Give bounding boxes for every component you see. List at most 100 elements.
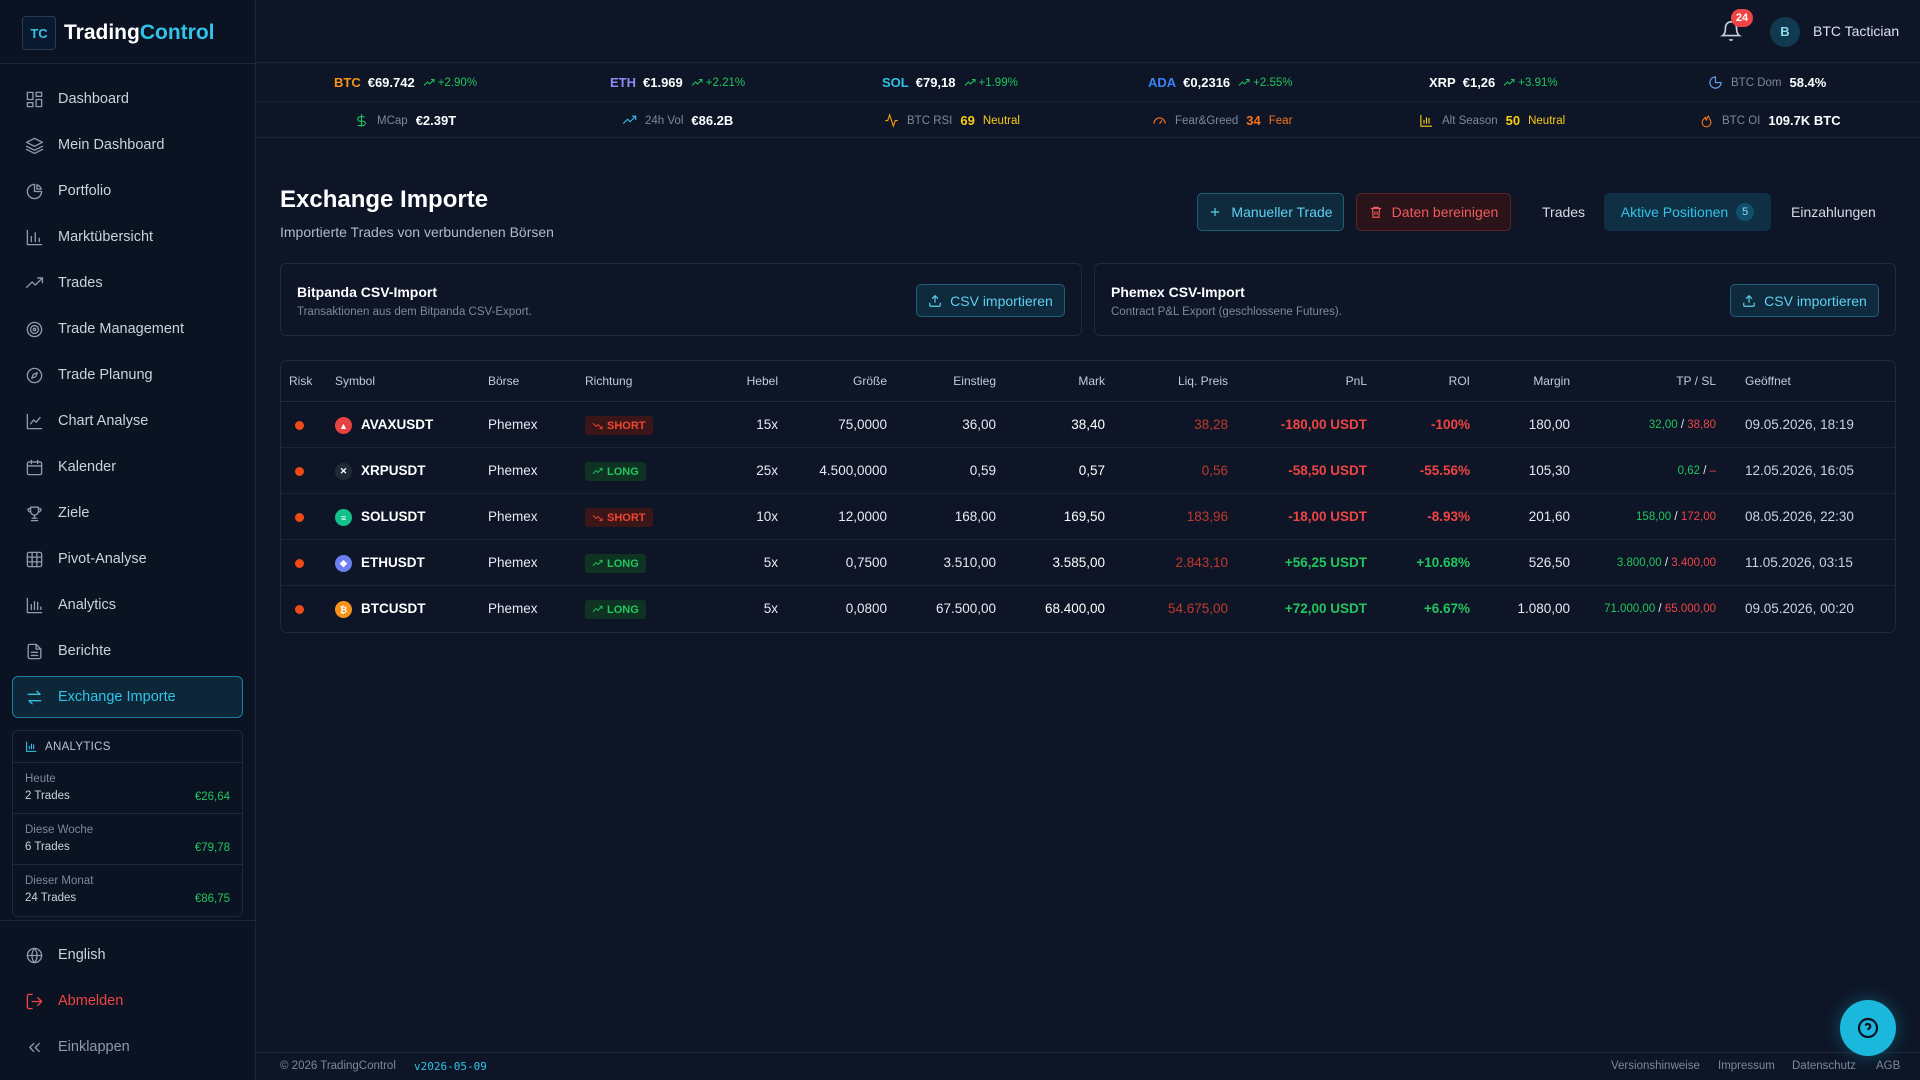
manual-trade-button[interactable]: Manueller Trade [1197, 193, 1344, 231]
logout-button[interactable]: Abmelden [12, 980, 243, 1022]
sidebar-item-chart-analyse[interactable]: Chart Analyse [12, 400, 243, 442]
gauge-icon [1153, 117, 1166, 124]
col-geoeffnet[interactable]: Geöffnet [1745, 361, 1791, 402]
clean-data-button[interactable]: Daten bereinigen [1356, 193, 1511, 231]
trending-up-icon [622, 115, 637, 125]
table-row[interactable]: ✕ XRPUSDT Phemex LONG 25x 4.500,0000 0,59 0,57 0… [281, 448, 1895, 494]
link-agb[interactable]: AGB [1876, 1060, 1900, 1072]
table-row[interactable]: ₿ BTCUSDT Phemex LONG 5x 0,0800 67.500,00 68.40… [281, 586, 1895, 632]
opened-cell: 09.05.2026, 18:19 [1745, 417, 1854, 432]
sidebar-item-exchange-importe[interactable]: Exchange Importe [12, 676, 243, 718]
exchange-cell: Phemex [488, 601, 538, 616]
table-row[interactable]: ≡ SOLUSDT Phemex SHORT 10x 12,0000 168,00 169,5… [281, 494, 1895, 540]
language-button[interactable]: English [12, 934, 243, 976]
risk-indicator [295, 421, 304, 430]
sidebar-item-ziele[interactable]: Ziele [12, 492, 243, 534]
avatar[interactable]: B [1770, 17, 1800, 47]
collapse-sidebar-button[interactable]: Einklappen [12, 1026, 243, 1068]
col-roi[interactable]: ROI [1371, 361, 1470, 402]
take-profit: 32,00 [1648, 419, 1678, 431]
stat-mcap: MCap €2.39T [354, 102, 464, 139]
analytics-summary: ANALYTICS Heute 2 Trades €26,64 Diese Woch… [12, 730, 243, 917]
leverage-cell: 5x [763, 601, 778, 616]
dollar-icon [357, 114, 366, 127]
risk-indicator [295, 559, 304, 568]
size-cell: 4.500,0000 [819, 463, 887, 478]
phemex-csv-import-button[interactable]: CSV importieren [1730, 284, 1879, 317]
bar-chart-icon [1420, 114, 1433, 127]
take-profit: 158,00 [1636, 511, 1672, 523]
ticker-btc-dom: BTC Dom 58.4% [1708, 64, 1834, 101]
target-icon [26, 321, 43, 337]
sidebar-item-berichte[interactable]: Berichte [12, 630, 243, 672]
col-mark[interactable]: Mark [1001, 361, 1105, 402]
sidebar-item-marktuebersicht[interactable]: Marktübersicht [12, 216, 243, 258]
col-einstieg[interactable]: Einstieg [891, 361, 996, 402]
eth-coin-icon: ◆ [335, 555, 352, 572]
sidebar-item-dashboard[interactable]: Dashboard [12, 78, 243, 120]
sidebar-nav: Dashboard Mein Dashboard Portfolio Markt… [12, 78, 243, 722]
help-button[interactable] [1840, 1000, 1896, 1056]
col-boerse[interactable]: Börse [488, 361, 519, 402]
tp-sl-cell: 32,00 / 38,80 [1648, 419, 1716, 431]
sidebar-item-trade-planung[interactable]: Trade Planung [12, 354, 243, 396]
tab-aktive-positionen[interactable]: Aktive Positionen 5 [1604, 193, 1771, 231]
size-cell: 0,7500 [845, 555, 887, 570]
notification-count-badge: 24 [1731, 9, 1753, 27]
col-margin[interactable]: Margin [1471, 361, 1570, 402]
take-profit: 0,62 [1677, 465, 1700, 477]
col-tp-sl[interactable]: TP / SL [1571, 361, 1716, 402]
risk-indicator [295, 513, 304, 522]
sidebar-item-mein-dashboard[interactable]: Mein Dashboard [12, 124, 243, 166]
col-symbol[interactable]: Symbol [335, 361, 375, 402]
line-chart-icon [26, 413, 43, 429]
bitpanda-csv-import-button[interactable]: CSV importieren [916, 284, 1065, 317]
link-impressum[interactable]: Impressum [1718, 1060, 1775, 1072]
mark-cell: 3.585,00 [1052, 555, 1105, 570]
sidebar-item-trades[interactable]: Trades [12, 262, 243, 304]
flame-icon [1701, 115, 1712, 128]
tab-einzahlungen[interactable]: Einzahlungen [1775, 193, 1892, 231]
col-risk[interactable]: Risk [289, 361, 312, 402]
entry-cell: 3.510,00 [943, 555, 996, 570]
pie-chart-icon [1709, 76, 1722, 89]
positions-table: Risk Symbol Börse Richtung Hebel Größe E… [280, 360, 1896, 633]
link-versionshinweise[interactable]: Versionshinweise [1611, 1060, 1700, 1072]
exchange-cell: Phemex [488, 463, 538, 478]
user-name[interactable]: BTC Tactician [1813, 23, 1899, 39]
sidebar-item-pivot-analyse[interactable]: Pivot-Analyse [12, 538, 243, 580]
roi-cell: -8.93% [1427, 509, 1470, 524]
globe-icon [26, 947, 43, 963]
sidebar-item-kalender[interactable]: Kalender [12, 446, 243, 488]
stat-fear-greed: Fear&Greed 34 Fear [1152, 102, 1292, 139]
col-richtung[interactable]: Richtung [585, 361, 632, 402]
size-cell: 0,0800 [845, 601, 887, 616]
symbol-cell: XRPUSDT [361, 463, 426, 478]
trend-down-icon [592, 514, 603, 522]
app-logo[interactable]: TC TradingControl [22, 14, 215, 52]
sidebar-item-label: Analytics [58, 597, 117, 613]
margin-cell: 180,00 [1528, 417, 1570, 432]
card-title: Bitpanda CSV-Import [297, 284, 438, 300]
col-pnl[interactable]: PnL [1231, 361, 1367, 402]
leverage-cell: 5x [763, 555, 778, 570]
link-datenschutz[interactable]: Datenschutz [1792, 1060, 1856, 1072]
col-liq-preis[interactable]: Liq. Preis [1111, 361, 1228, 402]
tp-sl-cell: 158,00 / 172,00 [1636, 511, 1716, 523]
sidebar-item-label: Marktübersicht [58, 229, 154, 245]
tp-sl-cell: 71.000,00 / 65.000,00 [1604, 603, 1716, 615]
table-row[interactable]: ▲ AVAXUSDT Phemex SHORT 15x 75,0000 36,00 38,40… [281, 402, 1895, 448]
symbol-cell: BTCUSDT [361, 601, 426, 616]
tp-sl-cell: 3.800,00 / 3.400,00 [1616, 557, 1716, 569]
pnl-cell: -18,00 USDT [1288, 509, 1367, 524]
pnl-cell: -180,00 USDT [1280, 417, 1367, 432]
tab-trades[interactable]: Trades [1526, 193, 1601, 231]
xrp-coin-icon: ✕ [335, 463, 352, 480]
sidebar-item-analytics[interactable]: Analytics [12, 584, 243, 626]
table-row[interactable]: ◆ ETHUSDT Phemex LONG 5x 0,7500 3.510,00 3.585,… [281, 540, 1895, 586]
exchange-cell: Phemex [488, 555, 538, 570]
col-groesse[interactable]: Größe [781, 361, 887, 402]
sidebar-item-portfolio[interactable]: Portfolio [12, 170, 243, 212]
sidebar-item-trade-management[interactable]: Trade Management [12, 308, 243, 350]
col-hebel[interactable]: Hebel [641, 361, 778, 402]
